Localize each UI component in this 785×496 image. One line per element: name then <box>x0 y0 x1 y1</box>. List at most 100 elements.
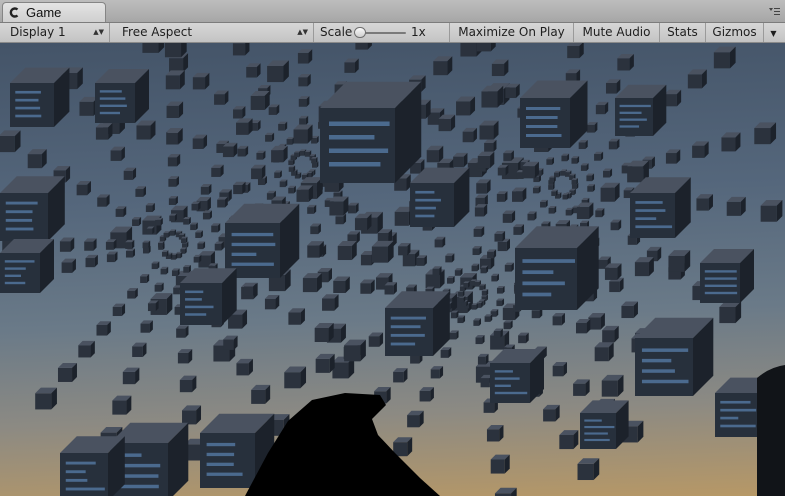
cube <box>473 318 482 326</box>
cube <box>250 90 270 110</box>
cube <box>271 145 288 163</box>
cube <box>294 150 301 158</box>
cube <box>76 180 91 196</box>
cube <box>462 127 477 143</box>
aspect-dropdown[interactable]: Free Aspect ▲▼ <box>114 23 314 42</box>
cube <box>604 263 622 280</box>
stats-button[interactable]: Stats <box>660 23 706 42</box>
cube <box>127 287 138 299</box>
cube <box>494 487 517 496</box>
cube <box>496 298 505 307</box>
cube <box>329 196 349 216</box>
cube <box>95 123 113 140</box>
cube <box>447 276 455 284</box>
cube <box>232 43 250 56</box>
cube <box>211 164 224 177</box>
cube <box>314 323 334 343</box>
cube <box>476 179 491 194</box>
cube <box>297 49 313 64</box>
panel-menu-icon[interactable] <box>767 6 781 18</box>
cube <box>122 367 140 385</box>
cube <box>580 163 589 171</box>
cube <box>601 374 624 397</box>
cube <box>473 226 485 237</box>
cube <box>438 114 456 132</box>
maximize-on-play-button[interactable]: Maximize On Play <box>450 23 574 42</box>
cube <box>322 294 339 311</box>
cube <box>315 353 335 373</box>
cube <box>106 251 118 263</box>
cube <box>214 90 229 105</box>
scale-slider-thumb[interactable] <box>354 27 366 38</box>
foreground-object <box>757 365 785 496</box>
cube <box>445 253 455 263</box>
cube <box>195 230 203 238</box>
cube <box>222 142 238 158</box>
tab-game[interactable]: Game <box>2 2 106 22</box>
cube <box>169 229 177 236</box>
cube <box>147 300 159 312</box>
cube <box>278 121 288 131</box>
cube <box>307 204 317 214</box>
game-controller-icon <box>9 7 20 18</box>
mute-audio-button[interactable]: Mute Audio <box>574 23 660 42</box>
cube <box>279 179 288 188</box>
cube <box>481 289 489 296</box>
cube <box>486 424 504 442</box>
cube <box>288 165 296 172</box>
cube <box>360 279 375 294</box>
cube <box>145 202 155 213</box>
cube <box>299 115 309 125</box>
cube <box>491 59 509 77</box>
cube <box>59 237 75 252</box>
cube-cluster <box>615 84 667 136</box>
cube-cluster <box>180 268 237 325</box>
tab-bar: Game <box>0 0 785 23</box>
cube <box>165 70 185 90</box>
cube <box>608 138 620 150</box>
cube <box>192 134 208 149</box>
cube <box>426 145 444 163</box>
cube <box>168 176 179 187</box>
cube <box>211 223 221 233</box>
cube <box>246 63 261 78</box>
cube <box>721 132 741 152</box>
cube <box>183 265 191 273</box>
game-viewport[interactable] <box>0 43 785 496</box>
cube <box>559 430 579 450</box>
cube <box>595 101 609 115</box>
game-render <box>0 43 785 496</box>
gizmos-button[interactable]: Gizmos <box>706 23 764 42</box>
display-dropdown[interactable]: Display 1 ▲▼ <box>2 23 110 42</box>
cube <box>142 43 165 53</box>
cube <box>274 170 282 179</box>
cube <box>484 139 497 153</box>
cube <box>237 145 249 157</box>
cube <box>371 240 394 263</box>
cube <box>288 308 305 325</box>
cube <box>567 43 584 59</box>
cube <box>243 283 257 296</box>
cube-cluster <box>320 81 422 183</box>
cube <box>457 315 466 324</box>
cube <box>191 201 201 211</box>
dropdown-arrows-icon: ▲▼ <box>93 28 104 36</box>
cube <box>286 137 295 145</box>
cube <box>665 149 681 164</box>
cube <box>190 222 198 231</box>
cube <box>527 211 537 221</box>
cube <box>337 241 357 261</box>
cube <box>267 60 289 83</box>
cube <box>754 122 777 145</box>
cube <box>588 313 605 330</box>
cube <box>490 454 510 474</box>
cube <box>571 156 580 164</box>
cube <box>562 193 569 200</box>
cube <box>310 223 321 235</box>
cube <box>434 236 446 248</box>
cube-cluster <box>490 349 544 403</box>
cube <box>125 239 135 249</box>
cube <box>168 195 178 205</box>
cube <box>176 325 189 338</box>
gizmos-dropdown-button[interactable]: ▼ <box>764 23 783 42</box>
